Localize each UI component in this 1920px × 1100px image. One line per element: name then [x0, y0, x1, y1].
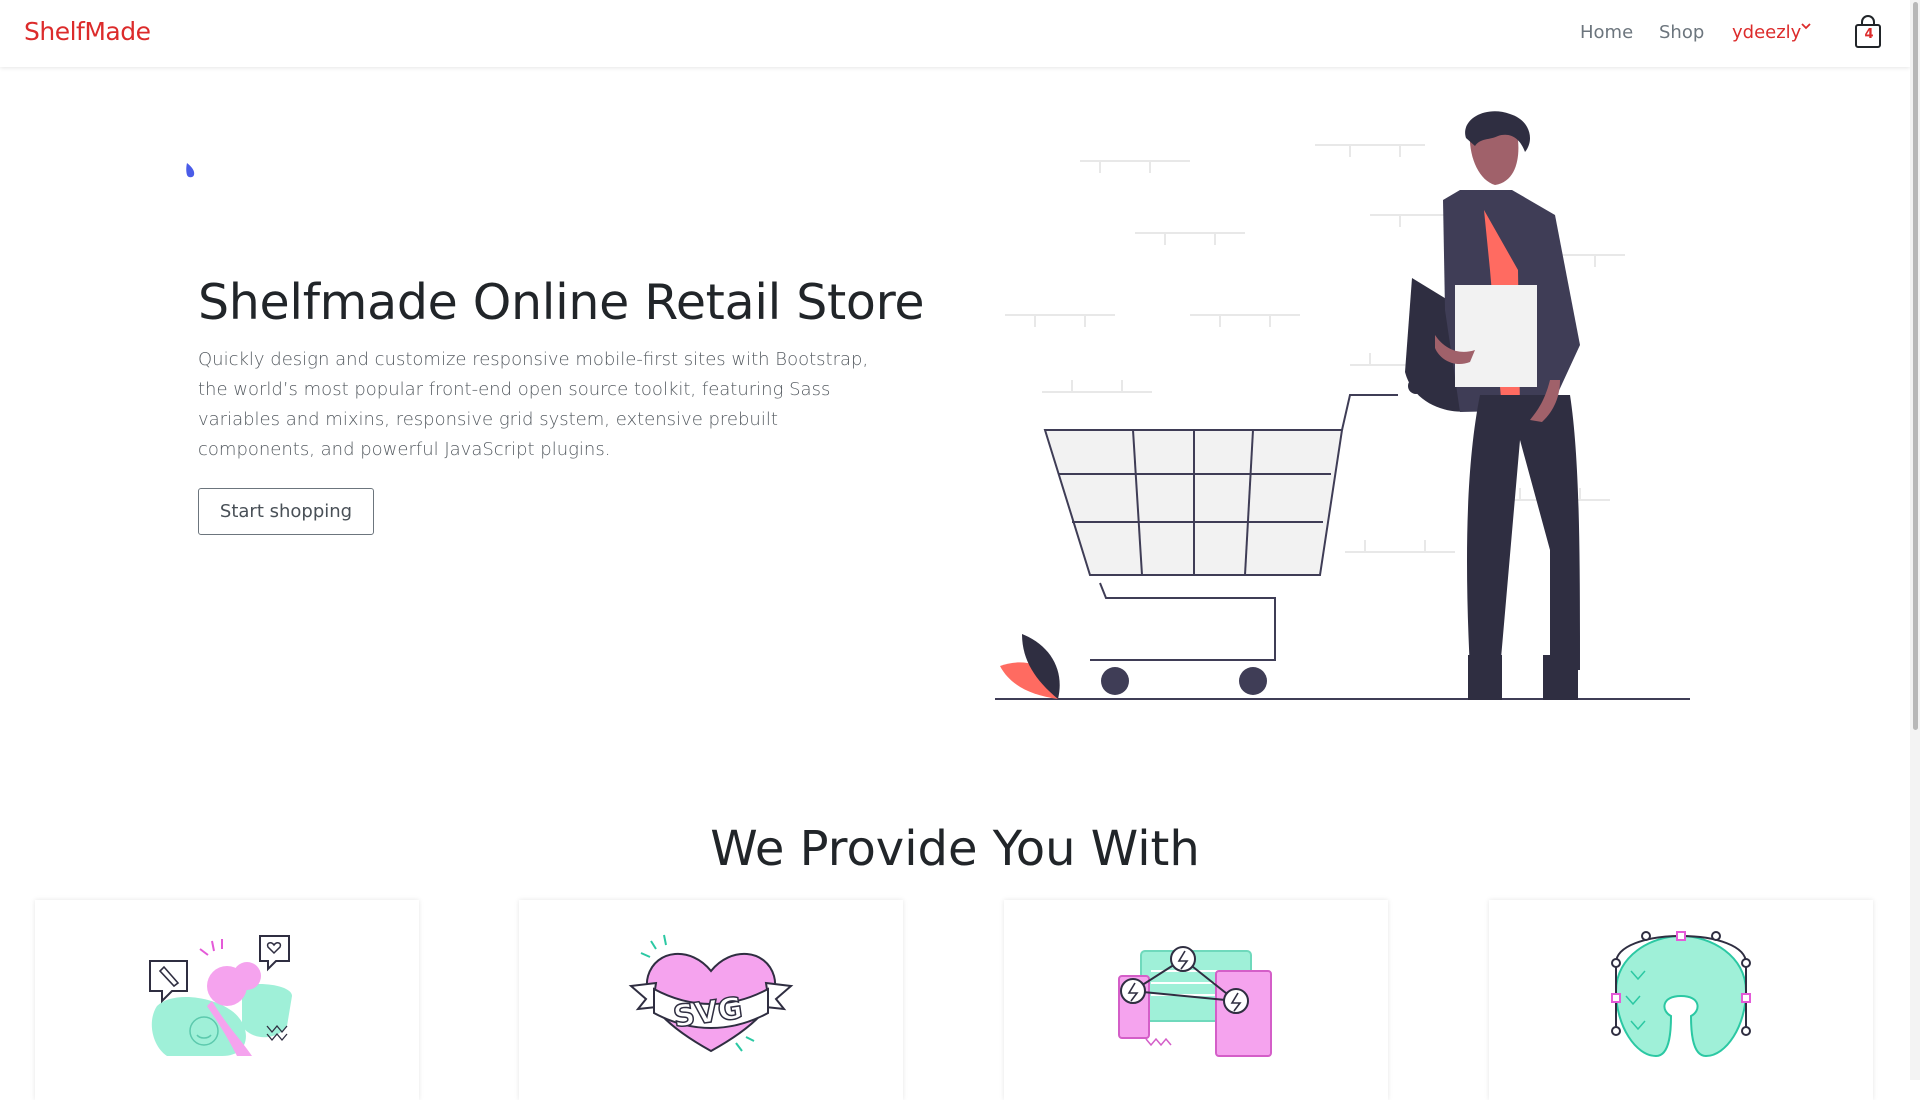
start-shopping-button[interactable]: Start shopping: [198, 488, 374, 535]
user-menu[interactable]: ydeezly: [1732, 22, 1801, 43]
scrollbar-thumb[interactable]: [1913, 2, 1918, 730]
chevron-down-icon[interactable]: [1800, 20, 1812, 32]
shopping-cart-person-illustration: [995, 111, 1690, 700]
section-title: We Provide You With: [710, 821, 1200, 877]
feature-card: SVG: [519, 900, 903, 1100]
cursor-icon: [186, 163, 195, 178]
cart-count-badge: 4: [1864, 27, 1874, 42]
scrollbar[interactable]: [1910, 0, 1920, 1080]
vector-shape-illustration-icon: [1611, 931, 1751, 1058]
hero-description: Quickly design and customize responsive …: [198, 349, 869, 460]
navbar: ShelfMade Home Shop ydeezly 4: [0, 0, 1910, 67]
feature-card: [35, 900, 419, 1100]
hero-title: Shelfmade Online Retail Store: [198, 274, 925, 331]
brand-logo[interactable]: ShelfMade: [24, 17, 151, 46]
social-chat-illustration-icon: [149, 935, 292, 1056]
feature-card: [1489, 900, 1873, 1100]
connected-devices-illustration-icon: [1118, 946, 1272, 1057]
feature-card: [1004, 900, 1388, 1100]
nav-link-shop[interactable]: Shop: [1659, 22, 1704, 43]
svg-heart-illustration-icon: SVG: [628, 934, 794, 1053]
nav-link-home[interactable]: Home: [1580, 22, 1633, 43]
